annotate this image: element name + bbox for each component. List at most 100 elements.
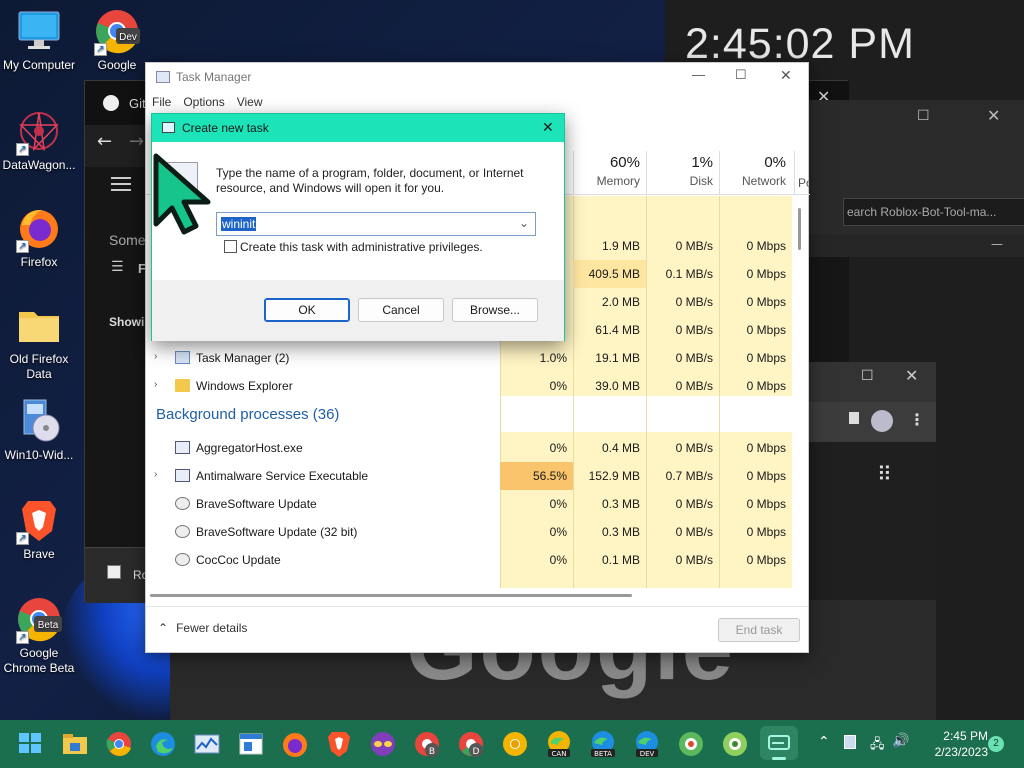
tray-app-icon[interactable]: [844, 735, 856, 749]
taskbar-time[interactable]: 2:45 PM: [930, 729, 988, 743]
end-task-button[interactable]: End task: [718, 618, 800, 642]
dialog-titlebar[interactable]: Create new task ✕: [152, 114, 564, 142]
table-row-antimalware[interactable]: › Antimalware Service Executable 56.5% 1…: [146, 462, 786, 490]
column-memory[interactable]: 60% Memory: [573, 151, 646, 195]
apps-grid-icon[interactable]: ⠿: [877, 462, 892, 486]
minimize-icon[interactable]: —: [692, 67, 705, 82]
notification-badge[interactable]: 2: [988, 736, 1004, 752]
close-icon[interactable]: ✕: [780, 67, 792, 84]
start-icon[interactable]: [17, 729, 43, 759]
dev-badge: DEV: [640, 750, 655, 758]
network-icon[interactable]: 🖧: [870, 735, 885, 757]
back-arrow-icon[interactable]: ←: [97, 131, 112, 152]
column-disk[interactable]: 1% Disk: [646, 151, 719, 195]
task-manager-titlebar[interactable]: Task Manager — ☐ ✕: [146, 63, 808, 91]
chrome-dev-icon[interactable]: D: [456, 729, 486, 759]
github-tab-title[interactable]: Git: [129, 96, 146, 111]
tor-icon[interactable]: [368, 729, 398, 759]
desktop-icon-label: Old Firefox: [9, 352, 69, 366]
network-cell: 0 Mbps: [746, 469, 786, 483]
filter-icon[interactable]: ☰: [111, 259, 124, 275]
browser-icon[interactable]: [720, 729, 750, 759]
disk-percent: 1%: [691, 154, 713, 171]
disk-cell: 0 MB/s: [675, 295, 713, 309]
extension-icon[interactable]: [849, 412, 859, 424]
chrome-canary-icon[interactable]: [500, 729, 530, 759]
search-box-text: earch Roblox-Bot-Tool-ma...: [847, 205, 997, 219]
table-row-task-manager[interactable]: › Task Manager (2) 1.0% 19.1 MB 0 MB/s 0…: [146, 344, 786, 372]
brave-beta-icon[interactable]: B: [412, 729, 442, 759]
browse-button[interactable]: Browse...: [452, 298, 538, 322]
desktop-icon-brave[interactable]: ↗ Brave: [1, 497, 77, 562]
volume-icon[interactable]: 🔊: [892, 733, 909, 749]
folder-icon: [16, 302, 62, 348]
chevron-up-icon[interactable]: ⌃: [818, 734, 830, 750]
chevron-right-icon[interactable]: ›: [154, 351, 157, 362]
chrome-icon[interactable]: [104, 729, 134, 759]
close-icon[interactable]: ✕: [987, 106, 1000, 125]
background-processes-header[interactable]: Background processes (36): [156, 406, 339, 423]
edge-beta-icon[interactable]: BETA: [588, 729, 618, 759]
menu-view[interactable]: View: [237, 95, 263, 109]
ok-button[interactable]: OK: [264, 298, 350, 322]
open-input[interactable]: wininit ⌄: [216, 212, 536, 236]
cpu-cell: 0%: [549, 379, 567, 393]
avatar[interactable]: [871, 410, 893, 432]
maximize-icon[interactable]: ☐: [861, 368, 874, 384]
forward-arrow-icon[interactable]: →: [129, 131, 144, 152]
maximize-icon[interactable]: ☐: [917, 108, 930, 124]
column-network[interactable]: 0% Network: [719, 151, 792, 195]
background-window-2[interactable]: ☐ ✕ earch Roblox-Bot-Tool-ma...: [809, 100, 1024, 235]
chevron-right-icon[interactable]: ›: [154, 379, 157, 390]
memory-cell: 0.3 MB: [601, 525, 640, 539]
desktop-icon-chrome-beta[interactable]: Beta ↗ Google Chrome Beta: [1, 596, 77, 676]
task-manager-title: Task Manager: [176, 70, 252, 84]
table-row-aggregatorhost[interactable]: AggregatorHost.exe 0% 0.4 MB 0 MB/s 0 Mb…: [146, 434, 786, 462]
admin-checkbox-label[interactable]: Create this task with administrative pri…: [240, 240, 483, 254]
taskbar-date[interactable]: 2/23/2023: [918, 745, 988, 759]
coccoc-icon[interactable]: [676, 729, 706, 759]
horizontal-scrollbar[interactable]: [150, 594, 632, 597]
disk-label: Disk: [689, 174, 713, 188]
table-row-coccoc-update[interactable]: CocCoc Update 0% 0.1 MB 0 MB/s 0 Mbps: [146, 546, 786, 574]
chevron-right-icon[interactable]: ›: [154, 469, 157, 480]
network-cell: 0 Mbps: [746, 379, 786, 393]
desktop-icon-old-firefox-data[interactable]: Old Firefox Data: [1, 302, 77, 382]
desktop-icon-win10-wid[interactable]: Win10-Wid...: [1, 398, 77, 463]
table-row-brave-update-32[interactable]: BraveSoftware Update (32 bit) 0% 0.3 MB …: [146, 518, 786, 546]
edge-dev-icon[interactable]: DEV: [632, 729, 662, 759]
chevron-down-icon[interactable]: ⌄: [519, 216, 529, 230]
active-app-icon[interactable]: [760, 726, 798, 760]
minimize-icon[interactable]: —: [991, 237, 1003, 251]
desktop-icon-firefox[interactable]: ↗ Firefox: [1, 205, 77, 270]
desktop-icon-my-computer[interactable]: My Computer: [1, 8, 77, 73]
file-icon: [107, 565, 121, 579]
menu-dots-icon[interactable]: ⋮: [909, 410, 925, 429]
maximize-icon[interactable]: ☐: [735, 67, 747, 83]
edge-icon[interactable]: [148, 729, 178, 759]
hamburger-icon[interactable]: [111, 177, 131, 191]
datawagon-icon: ↗: [16, 108, 62, 156]
menu-options[interactable]: Options: [183, 95, 224, 109]
disk-cell: 0 MB/s: [675, 351, 713, 365]
admin-checkbox[interactable]: [224, 240, 237, 253]
open-input-value: wininit: [221, 217, 257, 231]
cancel-button[interactable]: Cancel: [358, 298, 444, 322]
fewer-details-button[interactable]: ⌃ Fewer details: [158, 621, 247, 635]
some-text: Some: [109, 232, 146, 248]
cpu-cell: 0%: [549, 441, 567, 455]
task-manager-icon[interactable]: [192, 729, 222, 759]
vertical-scrollbar[interactable]: [798, 208, 801, 250]
firefox-icon[interactable]: [280, 729, 310, 759]
brave-icon[interactable]: [324, 729, 354, 759]
column-power[interactable]: Po: [794, 151, 810, 195]
desktop-icon-datawagon[interactable]: ↗ DataWagon...: [1, 108, 77, 173]
menu-file[interactable]: File: [152, 95, 171, 109]
file-explorer-icon[interactable]: [60, 729, 90, 759]
close-icon[interactable]: ✕: [905, 366, 918, 385]
edge-can-icon[interactable]: CAN: [544, 729, 574, 759]
app-window-icon[interactable]: [236, 729, 266, 759]
close-icon[interactable]: ✕: [542, 119, 554, 136]
table-row-windows-explorer[interactable]: › Windows Explorer 0% 39.0 MB 0 MB/s 0 M…: [146, 372, 786, 400]
table-row-brave-update[interactable]: BraveSoftware Update 0% 0.3 MB 0 MB/s 0 …: [146, 490, 786, 518]
